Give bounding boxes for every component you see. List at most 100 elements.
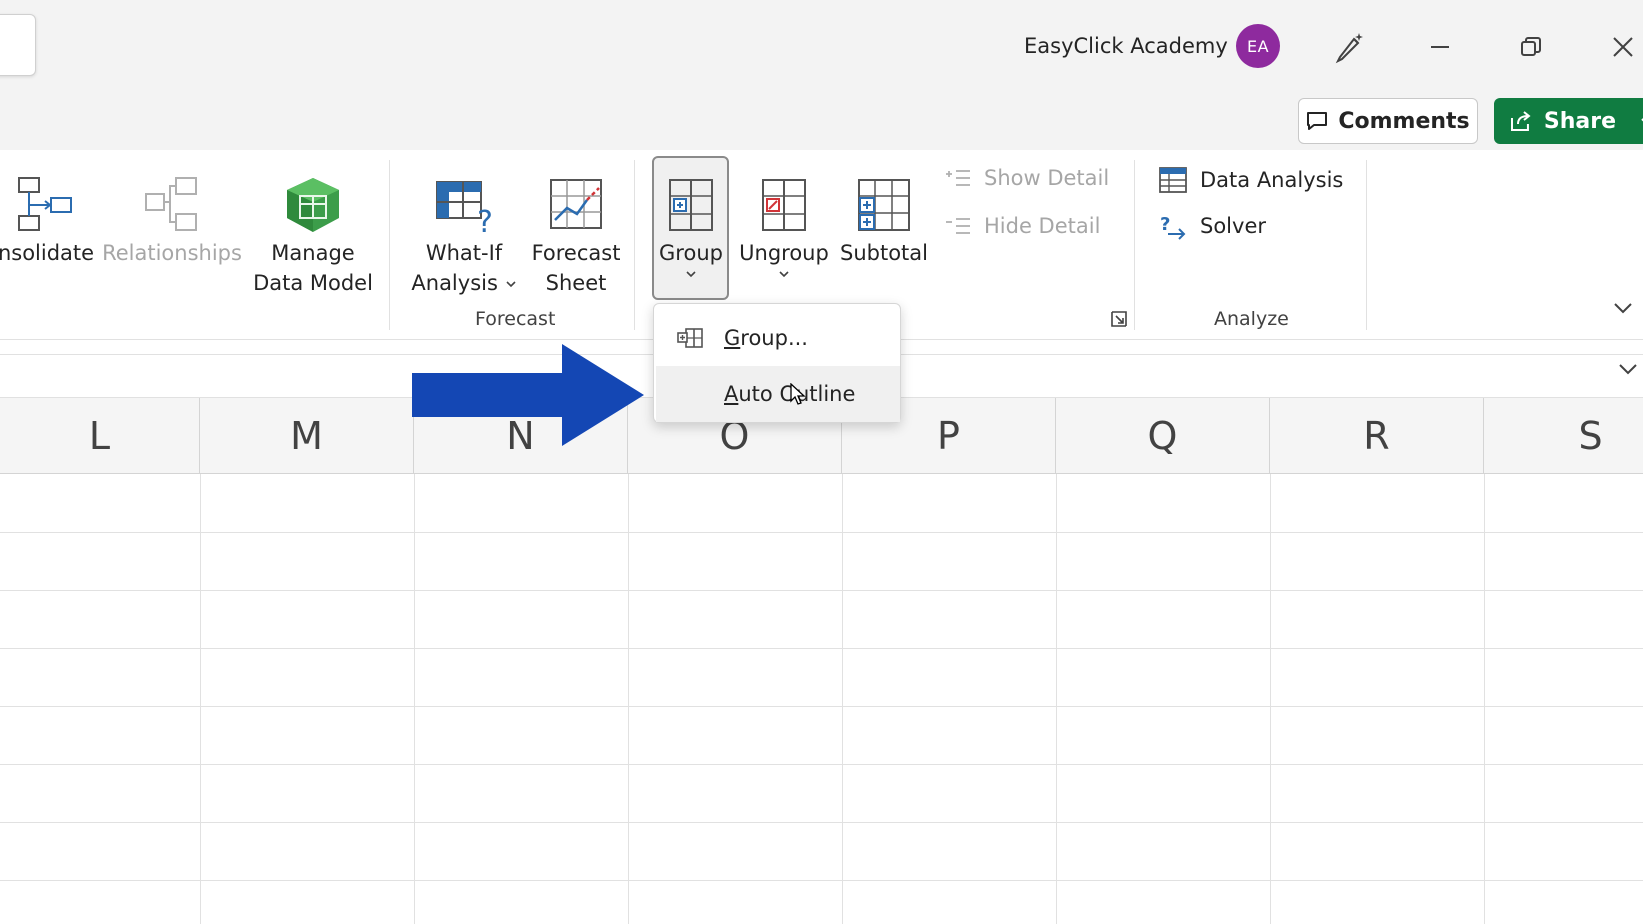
close-button[interactable]: [1598, 22, 1643, 72]
group-button[interactable]: Group: [654, 158, 728, 280]
svg-text:?: ?: [1160, 214, 1170, 235]
grid-line: [0, 822, 1643, 823]
consolidate-button[interactable]: nsolidate: [0, 158, 94, 268]
ribbon-separator: [634, 160, 635, 330]
avatar[interactable]: EA: [1236, 24, 1280, 68]
annotation-arrow: [412, 344, 644, 446]
data-analysis-button[interactable]: Data Analysis: [1158, 166, 1343, 194]
column-header-m[interactable]: M: [200, 398, 414, 474]
formula-bar-expand[interactable]: [1617, 361, 1639, 381]
menu-item-auto-outline[interactable]: Auto Outline: [656, 366, 900, 422]
ungroup-button[interactable]: Ungroup: [736, 158, 832, 280]
subtotal-icon: [858, 179, 910, 231]
column-letter: Q: [1147, 414, 1178, 458]
group-icon: [677, 328, 703, 348]
column-header-r[interactable]: R: [1270, 398, 1484, 474]
subtotal-button[interactable]: Subtotal: [838, 158, 930, 268]
show-detail-button[interactable]: Show Detail: [944, 166, 1109, 190]
group-dropdown-menu: Group... Auto Outline: [653, 303, 901, 423]
what-if-analysis-button[interactable]: ? What-If Analysis: [408, 158, 520, 298]
column-letter: R: [1363, 414, 1390, 458]
group-label: Group: [659, 241, 723, 265]
solver-button[interactable]: ? Solver: [1158, 212, 1266, 240]
what-if-icon: ?: [436, 181, 493, 234]
ribbon-collapse-button[interactable]: [1612, 300, 1634, 320]
chevron-down-icon: [1619, 364, 1637, 375]
column-letter: L: [88, 414, 111, 458]
dialog-launcher-icon: [1111, 311, 1127, 327]
menu-item-text: roup...: [740, 326, 808, 350]
restore-button[interactable]: [1506, 22, 1556, 72]
relationships-icon: [145, 177, 197, 231]
manage-data-model-label: Manage Data Model: [253, 241, 373, 295]
column-header-l[interactable]: L: [0, 398, 200, 474]
close-icon: [1613, 37, 1633, 57]
restore-icon: [1521, 37, 1541, 56]
column-letter: M: [290, 414, 323, 458]
group-icon: [669, 179, 713, 231]
subtotal-label: Subtotal: [840, 241, 928, 265]
grid-line: [1484, 474, 1485, 924]
grid-line: [200, 474, 201, 924]
column-header-s[interactable]: S: [1484, 398, 1643, 474]
avatar-initials: EA: [1246, 36, 1270, 56]
designer-pen-button[interactable]: [1324, 22, 1374, 72]
ungroup-icon: [762, 179, 806, 231]
column-letter: P: [937, 414, 960, 458]
menu-item-group[interactable]: Group...: [656, 310, 900, 366]
grid-line: [1056, 474, 1057, 924]
forecast-sheet-label-line1: Forecast: [531, 241, 621, 265]
title-bar: EasyClick Academy EA Comments Share: [0, 0, 1643, 150]
grid-line: [414, 474, 415, 924]
comment-icon: [1307, 112, 1328, 130]
data-analysis-label: Data Analysis: [1200, 168, 1344, 192]
grid-line: [0, 706, 1643, 707]
chevron-down-icon: [686, 271, 696, 278]
chevron-down-icon: [506, 281, 516, 288]
hide-detail-label: Hide Detail: [984, 214, 1101, 238]
comments-button[interactable]: Comments: [1298, 98, 1478, 144]
forecast-group-label: Forecast: [475, 308, 556, 330]
pen-sparkle-icon: [1335, 33, 1363, 64]
show-detail-label: Show Detail: [984, 166, 1110, 190]
chevron-down-icon: [1614, 303, 1632, 314]
share-icon: [1510, 111, 1531, 131]
what-if-label-line2: Analysis: [411, 268, 516, 298]
consolidate-label: nsolidate: [0, 241, 95, 265]
grid-line: [0, 880, 1643, 881]
what-if-label-text: Analysis: [411, 271, 498, 295]
forecast-sheet-button[interactable]: Forecast Sheet: [526, 158, 626, 298]
data-analysis-icon: [1159, 167, 1187, 193]
show-detail-icon: [946, 170, 970, 186]
grid-line: [0, 590, 1643, 591]
data-model-cube-icon: [287, 178, 339, 232]
solver-icon: ?: [1160, 214, 1186, 240]
ungroup-label: Ungroup: [739, 241, 829, 265]
grid-line: [0, 532, 1643, 533]
mouse-cursor-icon: [790, 383, 806, 405]
relationships-button[interactable]: Relationships: [102, 158, 242, 268]
minimize-button[interactable]: [1415, 22, 1465, 72]
hide-detail-icon: [946, 218, 970, 234]
column-letter: S: [1578, 414, 1603, 458]
what-if-label-line1: What-If: [425, 241, 503, 265]
outline-dialog-launcher[interactable]: [1110, 310, 1128, 332]
hide-detail-button[interactable]: Hide Detail: [944, 214, 1100, 238]
forecast-sheet-label-line2: Sheet: [545, 271, 607, 295]
worksheet-grid[interactable]: [0, 474, 1643, 924]
accelerator-key: G: [724, 326, 741, 350]
ribbon-separator: [1134, 160, 1135, 330]
ribbon-separator: [389, 160, 390, 330]
share-label: Share: [1543, 108, 1617, 134]
chevron-down-icon: [779, 271, 789, 278]
share-button[interactable]: Share: [1494, 98, 1643, 144]
search-box[interactable]: [0, 14, 36, 76]
svg-text:?: ?: [477, 205, 493, 234]
relationships-label: Relationships: [102, 241, 242, 265]
accelerator-key: A: [724, 382, 739, 406]
manage-data-model-button[interactable]: Manage Data Model: [248, 158, 378, 298]
consolidate-icon: [18, 177, 72, 231]
analyze-group-label: Analyze: [1214, 308, 1289, 330]
column-header-q[interactable]: Q: [1056, 398, 1270, 474]
account-name[interactable]: EasyClick Academy: [1024, 34, 1228, 58]
